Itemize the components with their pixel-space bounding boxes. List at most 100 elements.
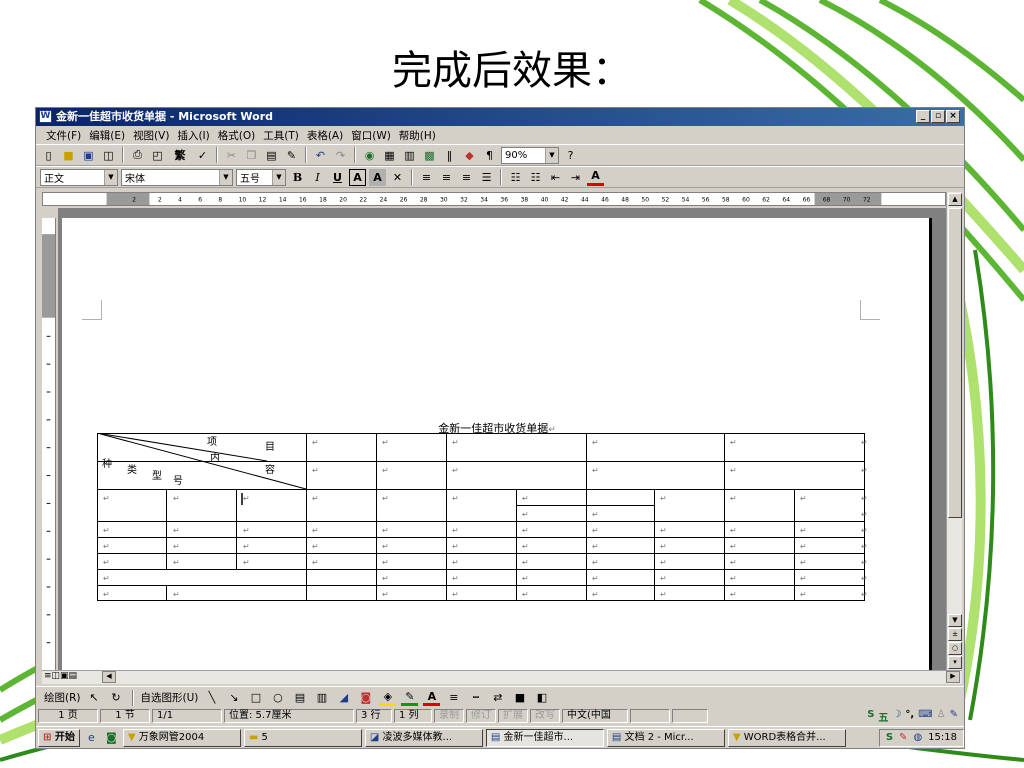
view-buttons-icon[interactable]: ≡◫▣▤: [44, 671, 77, 681]
font-color-icon[interactable]: A: [587, 169, 604, 186]
3d-icon[interactable]: ◧: [533, 689, 550, 706]
columns-icon[interactable]: ‖: [441, 147, 458, 164]
browse-object-icon[interactable]: ○: [948, 642, 962, 655]
chevron-down-icon[interactable]: ▼: [104, 169, 117, 185]
align-right-icon[interactable]: ≡: [458, 169, 475, 186]
status-extend[interactable]: 扩展: [498, 709, 528, 723]
font-color-icon[interactable]: A: [423, 689, 441, 706]
bullets-icon[interactable]: ☷: [527, 169, 544, 186]
char-border-icon[interactable]: A: [349, 168, 366, 186]
status-track-changes[interactable]: 修订: [466, 709, 496, 723]
oval-icon[interactable]: ○: [269, 689, 286, 706]
menu-edit[interactable]: 编辑(E): [89, 128, 125, 143]
task-folder-5[interactable]: ▬ 5: [243, 728, 362, 747]
align-justify-icon[interactable]: ≡: [418, 169, 435, 186]
chevron-down-icon[interactable]: ▼: [272, 169, 285, 185]
permission-icon[interactable]: ◫: [100, 147, 117, 164]
text-box-icon[interactable]: ▤: [291, 689, 308, 706]
font-size-select[interactable]: 五号 ▼: [236, 168, 286, 186]
style-select[interactable]: 正文 ▼: [40, 168, 118, 186]
ime-user-icon[interactable]: ♙: [937, 709, 946, 724]
arrow-icon[interactable]: ↘: [225, 689, 242, 706]
line-color-icon[interactable]: ✎: [401, 689, 419, 706]
char-scale-icon[interactable]: ✕: [389, 169, 406, 186]
scroll-right-icon[interactable]: ▶: [946, 671, 960, 683]
cut-icon[interactable]: ✂: [223, 147, 240, 164]
task-receipt-doc[interactable]: ▤ 金新一佳超市...: [485, 728, 604, 747]
free-rotate-icon[interactable]: ↻: [108, 689, 125, 706]
menu-view[interactable]: 视图(V): [133, 128, 169, 143]
scroll-thumb[interactable]: [948, 208, 962, 518]
menu-format[interactable]: 格式(O): [218, 128, 255, 143]
word-app-icon[interactable]: W: [39, 110, 52, 123]
line-icon[interactable]: ╲: [203, 689, 220, 706]
tables-borders-icon[interactable]: ▦: [381, 147, 398, 164]
draw-menu[interactable]: 绘图(R): [44, 690, 81, 705]
decrease-indent-icon[interactable]: ⇤: [547, 169, 564, 186]
scroll-up-icon[interactable]: ▲: [948, 193, 962, 206]
ime-moon-icon[interactable]: ☽: [892, 709, 901, 724]
shadow-icon[interactable]: ■: [511, 689, 528, 706]
show-hide-icon[interactable]: ¶: [481, 147, 498, 164]
show-desktop-icon[interactable]: ◙: [103, 729, 120, 746]
print-icon[interactable]: ⎙: [129, 147, 146, 164]
tray-network-icon[interactable]: ◍: [913, 730, 922, 746]
receipt-table[interactable]: 项 目 内 容 种 类 型 号 ↵ ↵ ↵ ↵ ↵ ↵ ↵ ↵ ↵ ↵ ↵ ↵ ↵ ↵ ↵ ↵ ↵ ↵ ↵ ↵ ↵ ↵ ↵ ↵…: [97, 433, 867, 603]
menu-tools[interactable]: 工具(T): [263, 128, 299, 143]
select-objects-icon[interactable]: ↖: [86, 689, 103, 706]
previous-page-icon[interactable]: ±: [948, 628, 962, 641]
start-button[interactable]: ⊞ 开始: [38, 728, 80, 747]
ime-keyboard-icon[interactable]: ⌨: [918, 709, 932, 724]
task-lingbo[interactable]: ◪ 凌波多媒体教...: [364, 728, 483, 747]
menu-window[interactable]: 窗口(W): [351, 128, 391, 143]
chevron-down-icon[interactable]: ▼: [545, 147, 558, 163]
italic-icon[interactable]: I: [309, 169, 326, 186]
status-record[interactable]: 录制: [434, 709, 464, 723]
ime-mode[interactable]: 五: [878, 709, 888, 724]
align-center-icon[interactable]: ≡: [438, 169, 455, 186]
insert-excel-icon[interactable]: ▩: [421, 147, 438, 164]
format-painter-icon[interactable]: ✎: [283, 147, 300, 164]
insert-table-icon[interactable]: ▥: [401, 147, 418, 164]
ie-icon[interactable]: e: [83, 729, 100, 746]
minimize-button[interactable]: _: [916, 110, 930, 123]
close-button[interactable]: ×: [946, 110, 960, 123]
document-page[interactable]: 金新一佳超市收货单据↵ 项 目 内 容 种 类 型 号 ↵ ↵ ↵ ↵ ↵ ↵ …: [62, 218, 932, 670]
rectangle-icon[interactable]: □: [247, 689, 264, 706]
drawing-icon[interactable]: ◆: [461, 147, 478, 164]
bold-icon[interactable]: B: [289, 169, 306, 186]
title-bar[interactable]: W 金新一佳超市收货单据 - Microsoft Word _ ▫ ×: [36, 108, 964, 126]
horizontal-ruler[interactable]: 2 2 4 6 8 10 12 14 16 18 20 22 24 26 28 30 32 34 36 38 40 42 4…: [42, 192, 946, 206]
chevron-down-icon[interactable]: ▼: [219, 169, 232, 185]
next-page-icon[interactable]: ▾: [948, 656, 962, 669]
vertical-ruler[interactable]: [42, 218, 56, 670]
autoshapes-menu[interactable]: 自选图形(U): [141, 690, 199, 705]
dash-style-icon[interactable]: ┅: [467, 689, 484, 706]
zoom-select[interactable]: 90% ▼: [501, 146, 559, 164]
save-icon[interactable]: ▣: [80, 147, 97, 164]
numbering-icon[interactable]: ☷: [507, 169, 524, 186]
paste-icon[interactable]: ▤: [263, 147, 280, 164]
underline-icon[interactable]: U: [329, 169, 346, 186]
font-select[interactable]: 宋体 ▼: [121, 168, 233, 186]
vertical-text-box-icon[interactable]: ▥: [313, 689, 330, 706]
ime-logo-icon[interactable]: S: [867, 709, 874, 724]
new-document-icon[interactable]: ▯: [40, 147, 57, 164]
menu-table[interactable]: 表格(A): [307, 128, 343, 143]
arrow-style-icon[interactable]: ⇄: [489, 689, 506, 706]
distribute-icon[interactable]: ☰: [478, 169, 495, 186]
status-overtype[interactable]: 改写: [530, 709, 560, 723]
traditional-chinese-icon[interactable]: 繁: [169, 147, 191, 164]
hyperlink-icon[interactable]: ◉: [361, 147, 378, 164]
vertical-scrollbar[interactable]: ▲ ▼ ± ○ ▾: [946, 192, 962, 670]
wordart-icon[interactable]: ◢: [335, 689, 352, 706]
menu-insert[interactable]: 插入(I): [177, 128, 209, 143]
menu-help[interactable]: 帮助(H): [399, 128, 436, 143]
ime-tools-icon[interactable]: ✎: [950, 709, 958, 724]
undo-icon[interactable]: ↶: [312, 147, 329, 164]
task-word-table-merge[interactable]: ▼ WORD表格合并...: [727, 728, 846, 747]
task-wanxiang[interactable]: ▼ 万象网管2004: [122, 728, 241, 747]
document-area[interactable]: 金新一佳超市收货单据↵ 项 目 内 容 种 类 型 号 ↵ ↵ ↵ ↵ ↵ ↵ …: [58, 208, 946, 670]
copy-icon[interactable]: ❐: [243, 147, 260, 164]
ime-punct-icon[interactable]: °,: [905, 709, 914, 724]
